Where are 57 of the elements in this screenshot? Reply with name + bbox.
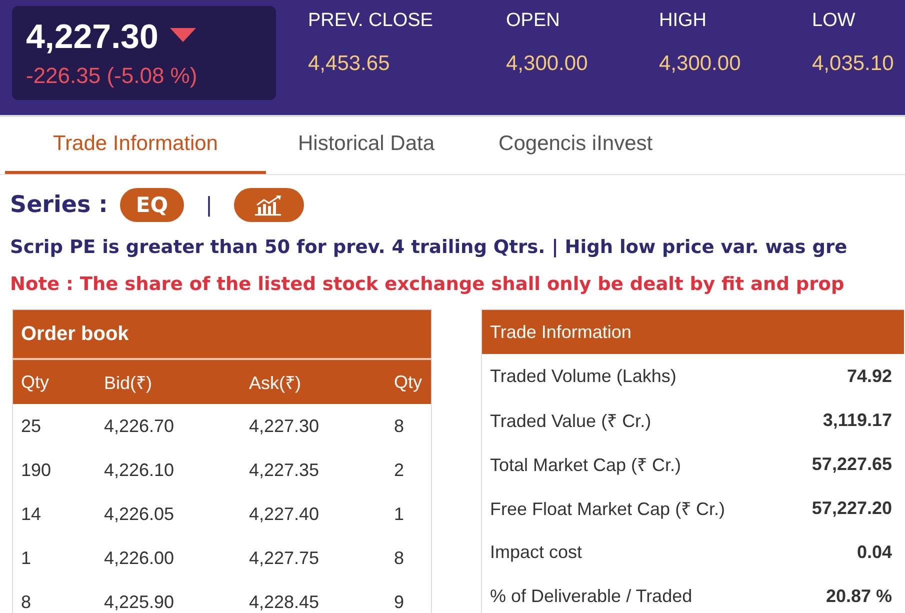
stat-value: 4,453.65 — [308, 52, 391, 76]
series-button[interactable]: EQ — [120, 188, 184, 222]
stat-value: 4,035.10 — [812, 52, 894, 76]
chart-button[interactable] — [234, 188, 304, 222]
price-change: -226.35 (-5.08 %) — [26, 63, 198, 89]
column-header: Ask(₹) — [249, 372, 302, 394]
column-header: Qty — [21, 372, 50, 392]
field-label: % of Deliverable / Traded — [490, 586, 692, 606]
table-cell-text: 8 — [394, 548, 406, 568]
table-cell-text: 4,227.30 — [249, 416, 320, 436]
table-cell-text: 1 — [21, 548, 32, 568]
field-label: Traded Volume (Lakhs) — [490, 366, 676, 386]
panel-title: Order book — [13, 310, 431, 360]
tab[interactable]: Cogencis iInvest — [466, 117, 685, 174]
table-cell-text: 8 — [21, 592, 32, 612]
tab[interactable]: Trade Information — [5, 117, 266, 174]
tab[interactable]: Historical Data — [266, 117, 467, 174]
field-value: 57,227.65 — [812, 454, 892, 474]
column-header: Bid(₹) — [104, 372, 154, 394]
last-price: 4,227.30 — [26, 18, 158, 57]
field-value: 3,119.17 — [822, 410, 892, 430]
stat-value: 4,300.00 — [506, 52, 589, 76]
field-label: Impact cost — [490, 542, 582, 562]
table-cell-text: 4,226.00 — [104, 548, 176, 568]
note-text: Note : The share of the listed stock exchange shall only be dealt by fit and prop — [9, 273, 846, 297]
field-label: Total Market Cap (₹ Cr.) — [490, 454, 682, 476]
stat-value: 4,300.00 — [659, 52, 742, 76]
table-cell-text: 190 — [21, 460, 52, 480]
table-cell-text: 4,227.35 — [249, 460, 320, 480]
table-cell-text: 4,228.45 — [249, 592, 320, 612]
separator: | — [206, 192, 212, 218]
panel-title: Trade Information — [482, 310, 904, 354]
field-label: Traded Value (₹ Cr.) — [490, 410, 652, 432]
table-cell-text: 4,227.75 — [249, 548, 320, 568]
field-value: 0.04 — [856, 542, 892, 562]
series-label: Series : — [10, 192, 108, 218]
column-header: Qty — [394, 372, 424, 392]
stat-label: OPEN — [506, 10, 561, 32]
stat-label: PREV. CLOSE — [308, 10, 434, 32]
table-cell-text: 2 — [394, 460, 406, 480]
table-cell-text: 4,226.10 — [104, 460, 176, 480]
field-value: 20.87 % — [826, 586, 892, 606]
stat-label: HIGH — [659, 10, 708, 32]
table-cell-text: 9 — [394, 592, 406, 612]
field-value: 74.92 — [846, 366, 892, 386]
field-value: 57,227.20 — [812, 498, 892, 518]
table-cell-text: 4,227.40 — [249, 504, 320, 524]
table-cell-text: 1 — [394, 504, 406, 524]
table-cell-text: 25 — [21, 416, 42, 436]
table-cell-text: 14 — [21, 504, 42, 524]
table-cell-text: 4,226.70 — [104, 416, 176, 436]
table-cell-text: 8 — [394, 416, 406, 436]
info-text: Scrip PE is greater than 50 for prev. 4 trailing Qtrs. | High low price var. was gre — [9, 236, 848, 260]
field-label: Free Float Market Cap (₹ Cr.) — [490, 498, 726, 520]
table-cell-text: 4,226.05 — [104, 504, 176, 524]
table-cell-text: 4,225.90 — [104, 592, 176, 612]
stat-label: LOW — [812, 10, 856, 32]
